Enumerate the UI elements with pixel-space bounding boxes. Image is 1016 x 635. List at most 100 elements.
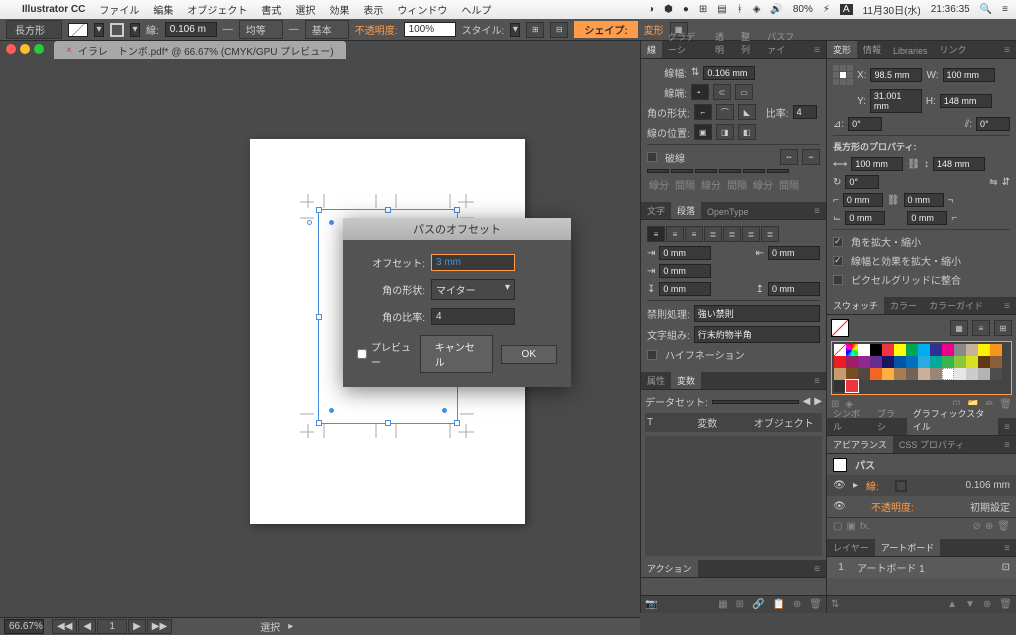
new-fill-icon[interactable]: ▢	[833, 521, 842, 532]
dash-input[interactable]	[767, 169, 789, 173]
dashed-checkbox[interactable]	[647, 152, 657, 162]
panel-menu-icon[interactable]: ≡	[998, 299, 1016, 314]
menu-select[interactable]: 選択	[295, 2, 315, 17]
corner-input[interactable]: 0 mm	[904, 193, 944, 207]
flip-h-icon[interactable]: ⇋	[989, 177, 997, 188]
menubar-time[interactable]: 21:36:35	[931, 4, 970, 15]
trash-icon[interactable]: 🗑	[809, 599, 822, 610]
cap-square[interactable]: ▭	[735, 84, 753, 100]
stroke-uniform[interactable]: 均等	[239, 20, 283, 39]
tab-links[interactable]: リンク	[934, 41, 973, 58]
justify-left[interactable]: ≣	[704, 226, 722, 242]
style-dropdown[interactable]: ▾	[510, 23, 520, 37]
new-icon[interactable]: ⊕	[983, 599, 991, 610]
indent-input[interactable]: 0 mm	[659, 264, 711, 278]
app-name[interactable]: Illustrator CC	[22, 4, 85, 15]
align-outside[interactable]: ◧	[738, 124, 756, 140]
tab-libraries[interactable]: Libraries	[887, 44, 934, 58]
next-icon[interactable]: ▶	[814, 396, 822, 407]
join-round[interactable]: ⌒	[716, 104, 734, 120]
x-input[interactable]: 98.5 mm	[870, 68, 922, 82]
brush-basic[interactable]: 基本	[305, 20, 349, 39]
swatch-view[interactable]: ≡	[972, 320, 990, 336]
scale-corners-checkbox[interactable]	[833, 237, 843, 247]
status-icon[interactable]: ⊞	[699, 4, 707, 15]
align-right[interactable]: ≡	[685, 226, 703, 242]
clear-icon[interactable]: ⊘	[973, 521, 981, 532]
icon[interactable]: ▦	[718, 599, 727, 610]
document-tab[interactable]: × イラレ トンボ.pdf* @ 66.67% (CMYK/GPU プレビュー)	[54, 41, 346, 59]
menu-help[interactable]: ヘルプ	[461, 2, 491, 17]
tab-info[interactable]: 情報	[857, 41, 887, 58]
battery-icon[interactable]: ⚡︎	[823, 4, 830, 15]
down-icon[interactable]: ▼	[965, 599, 975, 610]
link-icon[interactable]: ⛓	[907, 159, 920, 170]
align-icon[interactable]: ⊞	[526, 22, 544, 38]
stroke-weight[interactable]: 0.106 m	[165, 22, 217, 37]
corner-icon[interactable]: ⌐	[951, 213, 957, 224]
icon[interactable]: 📋	[772, 599, 784, 610]
panel-menu-icon[interactable]: ≡	[808, 43, 826, 58]
trash-icon[interactable]: 🗑	[997, 521, 1010, 532]
dash-input[interactable]	[719, 169, 741, 173]
pixel-grid-checkbox[interactable]	[833, 275, 843, 285]
indent-input[interactable]: 0 mm	[768, 246, 820, 260]
variables-list[interactable]	[645, 436, 822, 556]
justify-all[interactable]: ≣	[761, 226, 779, 242]
angle-input[interactable]: 0°	[848, 117, 882, 131]
fill-swatch[interactable]	[68, 23, 88, 37]
icon[interactable]: 🔗	[752, 599, 764, 610]
status-icon[interactable]: ◑	[648, 4, 654, 15]
align-icon[interactable]: ⊟	[550, 22, 568, 38]
ratio-input[interactable]: 4	[431, 308, 515, 325]
window-minimize[interactable]	[20, 44, 30, 54]
menu-object[interactable]: オブジェクト	[187, 2, 247, 17]
align-left[interactable]: ≡	[647, 226, 665, 242]
rect-w[interactable]: 100 mm	[851, 157, 903, 171]
align-center[interactable]: ≡	[666, 226, 684, 242]
visibility-icon[interactable]: 👁	[833, 480, 845, 491]
space-input[interactable]: 0 mm	[659, 282, 711, 296]
new-icon[interactable]: ⊕	[793, 599, 801, 610]
menu-view[interactable]: 表示	[363, 2, 383, 17]
menubar-date[interactable]: 11月30日(水)	[863, 2, 921, 17]
dup-icon[interactable]: ⊕	[985, 521, 993, 532]
menu-effect[interactable]: 効果	[329, 2, 349, 17]
corner-icon[interactable]: ¬	[948, 195, 954, 206]
stroke-weight-input[interactable]: 0.106 mm	[703, 66, 755, 80]
tab-swatches[interactable]: スウォッチ	[827, 297, 884, 314]
spotlight-icon[interactable]: 🔍	[980, 4, 992, 15]
dash-align[interactable]: ┅	[780, 149, 798, 165]
artboard-options-icon[interactable]: ⊡	[1002, 562, 1010, 573]
menu-format[interactable]: 書式	[261, 2, 281, 17]
tab-align[interactable]: 整列	[735, 28, 761, 58]
panel-menu-icon[interactable]: ≡	[998, 420, 1016, 435]
stroke-swatch[interactable]	[110, 23, 124, 37]
dash-input[interactable]	[743, 169, 765, 173]
offset-input[interactable]: 3 mm	[431, 254, 515, 271]
justify-center[interactable]: ≣	[723, 226, 741, 242]
kumi-select[interactable]: 行末約物半角	[694, 326, 820, 343]
tab-gradient[interactable]: グラデーシ	[662, 28, 709, 58]
panel-menu-icon[interactable]: ≡	[998, 438, 1016, 453]
join-bevel[interactable]: ◣	[738, 104, 756, 120]
icon[interactable]: ⇅	[831, 599, 839, 610]
corner-icon[interactable]: ⌙	[833, 213, 841, 224]
ok-button[interactable]: OK	[501, 345, 557, 364]
window-close[interactable]	[6, 44, 16, 54]
preview-checkbox[interactable]: プレビュー	[357, 339, 412, 369]
dash-input[interactable]	[671, 169, 693, 173]
tab-paragraph[interactable]: 段落	[671, 202, 701, 219]
corner-icon[interactable]: ⌐	[833, 195, 839, 206]
tab-stroke[interactable]: 線	[641, 41, 662, 58]
stroke-thumb[interactable]	[895, 480, 907, 492]
icon[interactable]: ⊞	[736, 599, 744, 610]
visibility-icon[interactable]: 👁	[833, 501, 845, 512]
dash-input[interactable]	[647, 169, 669, 173]
tab-character[interactable]: 文字	[641, 202, 671, 219]
shear-input[interactable]: 0°	[976, 117, 1010, 131]
opacity-input[interactable]: 100%	[404, 22, 456, 37]
zoom-input[interactable]: 66.67%	[4, 619, 44, 634]
tab-actions[interactable]: アクション	[641, 560, 698, 577]
tab-transform[interactable]: 変形	[827, 41, 857, 58]
